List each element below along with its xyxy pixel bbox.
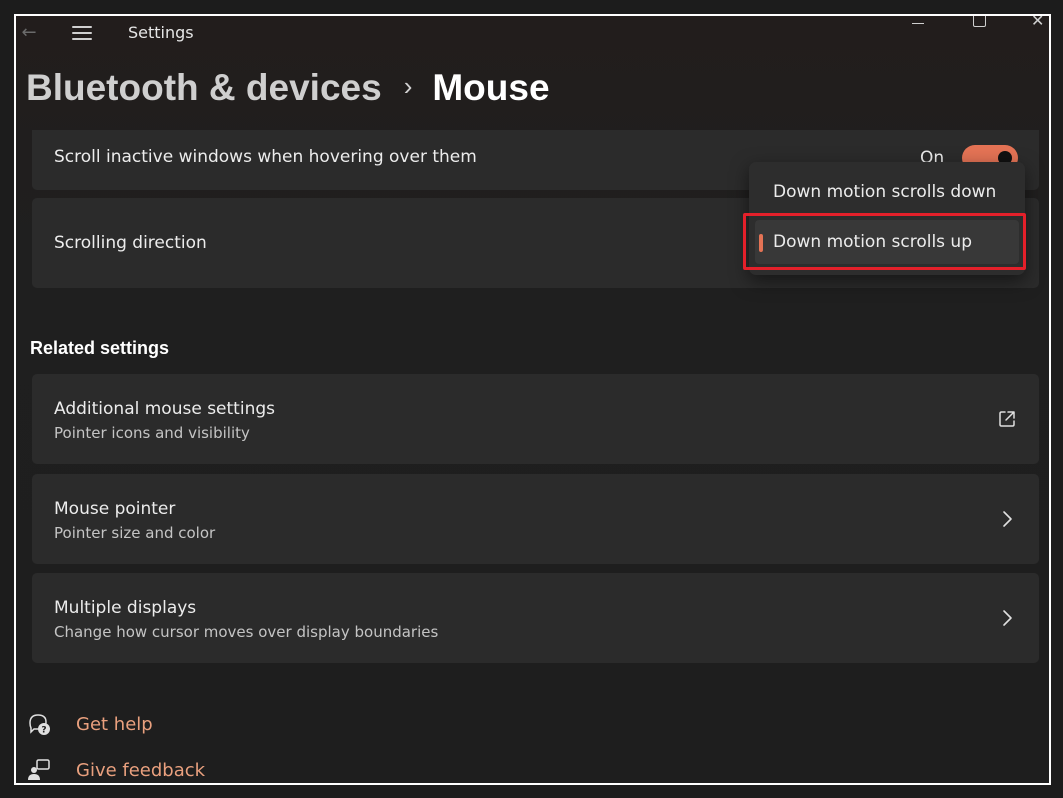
close-button[interactable]: ✕ [1028, 14, 1049, 36]
settings-window: ← Settings ✕ Bluetooth & devices › Mouse… [14, 14, 1051, 785]
related-item-multiple-displays[interactable]: Multiple displays Change how cursor move… [32, 573, 1039, 663]
get-help-label: Get help [76, 713, 153, 735]
give-feedback-link[interactable]: Give feedback [26, 756, 206, 783]
page-title: Mouse [432, 67, 550, 108]
help-chat-icon: ? [29, 714, 50, 736]
close-icon: ✕ [1031, 14, 1045, 30]
breadcrumb-separator-icon: › [403, 70, 413, 101]
related-item-title: Additional mouse settings [54, 399, 275, 419]
chevron-right-icon [1003, 511, 1012, 527]
related-settings-heading: Related settings [30, 338, 170, 358]
breadcrumb: Bluetooth & devices › Mouse [26, 66, 550, 110]
related-item-additional-mouse-settings[interactable]: Additional mouse settings Pointer icons … [32, 374, 1039, 464]
chevron-right-icon [1003, 610, 1012, 626]
open-external-icon [999, 411, 1015, 427]
scrolling-direction-label: Scrolling direction [54, 233, 207, 253]
title-bar: ← Settings ✕ [16, 16, 1049, 52]
related-item-title: Multiple displays [54, 598, 197, 618]
svg-text:?: ? [41, 726, 46, 736]
scroll-inactive-label: Scroll inactive windows when hovering ov… [54, 147, 477, 167]
give-feedback-label: Give feedback [76, 759, 206, 781]
get-help-link[interactable]: ? Get help [26, 710, 153, 738]
related-item-subtitle: Change how cursor moves over display bou… [54, 623, 439, 641]
related-item-subtitle: Pointer size and color [54, 524, 216, 542]
maximize-icon [973, 16, 986, 27]
related-item-mouse-pointer[interactable]: Mouse pointer Pointer size and color [32, 474, 1039, 564]
feedback-person-icon [28, 759, 50, 780]
hamburger-icon[interactable] [70, 24, 94, 42]
breadcrumb-parent[interactable]: Bluetooth & devices [26, 67, 382, 109]
minimize-button[interactable] [904, 16, 944, 36]
related-item-title: Mouse pointer [54, 499, 176, 519]
highlight-annotation-box [743, 213, 1026, 270]
dropdown-option-scrolls-down[interactable]: Down motion scrolls down [755, 170, 1019, 214]
maximize-button[interactable] [966, 16, 1006, 36]
app-title: Settings [128, 23, 194, 42]
back-arrow-icon[interactable]: ← [18, 22, 40, 44]
minimize-icon [912, 23, 924, 24]
related-item-subtitle: Pointer icons and visibility [54, 424, 250, 442]
